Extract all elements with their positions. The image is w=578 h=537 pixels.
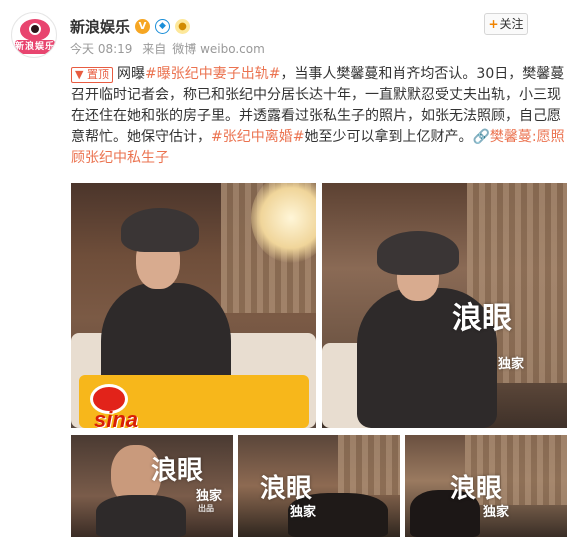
watermark-text: 浪眼 [452, 301, 512, 336]
post-meta: 今天 08:19 来自 微博 weibo.com [70, 40, 271, 57]
post-text-1: 网曝 [116, 66, 145, 82]
watermark-sub: 独家 [290, 505, 317, 520]
pin-label: 置顶 [86, 68, 109, 81]
hat-image [121, 208, 199, 252]
person-image [96, 495, 186, 537]
watermark-tiny: 出品 [198, 504, 214, 513]
watermark-text: 浪眼 [151, 456, 204, 486]
curtain-image [338, 435, 400, 495]
post-source[interactable]: 微博 weibo.com [172, 42, 265, 56]
watermark-text: 浪眼 [450, 474, 503, 504]
hashtag-link-2[interactable]: #张纪中离婚# [211, 129, 304, 145]
watermark-sub: 独家 [498, 357, 525, 372]
name-row: 新浪娱乐 V ◆ ● [70, 16, 191, 37]
pupil-icon [29, 23, 41, 35]
account-name[interactable]: 新浪娱乐 [70, 16, 130, 37]
photo-3[interactable]: 浪眼 独家 出品 [71, 435, 233, 537]
pin-badge: ▼ 置顶 [71, 67, 113, 83]
photo-4[interactable]: 浪眼 独家 [238, 435, 400, 537]
plus-icon: + [488, 17, 499, 31]
follow-button[interactable]: +关注 [484, 13, 528, 35]
watermark-text: 浪眼 [260, 474, 313, 504]
post-text-3: 她至少可以拿到上亿财产。 [304, 129, 473, 145]
avatar[interactable]: 新浪娱乐 [11, 12, 57, 58]
hashtag-link-1[interactable]: #曝张纪中妻子出轨# [145, 66, 280, 82]
follow-label: 关注 [499, 17, 524, 31]
post-text: ▼ 置顶 网曝#曝张纪中妻子出轨#，当事人樊馨蔓和肖齐均否认。30日，樊馨蔓召开临… [71, 64, 571, 169]
vip-icon[interactable]: ◆ [155, 18, 171, 34]
post-header: 新浪娱乐 新浪娱乐 V ◆ ● 今天 08:19 来自 微博 weibo.com … [0, 0, 578, 64]
verified-icon[interactable]: V [135, 18, 151, 34]
photo-2[interactable]: 浪眼 独家 [322, 183, 567, 428]
post-time[interactable]: 今天 08:19 [70, 42, 132, 56]
bulb-icon[interactable]: ● [175, 18, 191, 34]
sina-logo-text: sina [94, 407, 139, 432]
pin-icon: ▼ [75, 68, 84, 81]
photo-5[interactable]: 浪眼 独家 [405, 435, 567, 537]
watermark-sub: 独家 [483, 505, 510, 520]
source-prefix: 来自 [142, 42, 167, 56]
hat-image [377, 231, 459, 275]
watermark-sub: 独家 [196, 489, 223, 504]
avatar-logo-text: 新浪娱乐 [15, 40, 56, 54]
link-icon: 🔗 [472, 129, 490, 145]
